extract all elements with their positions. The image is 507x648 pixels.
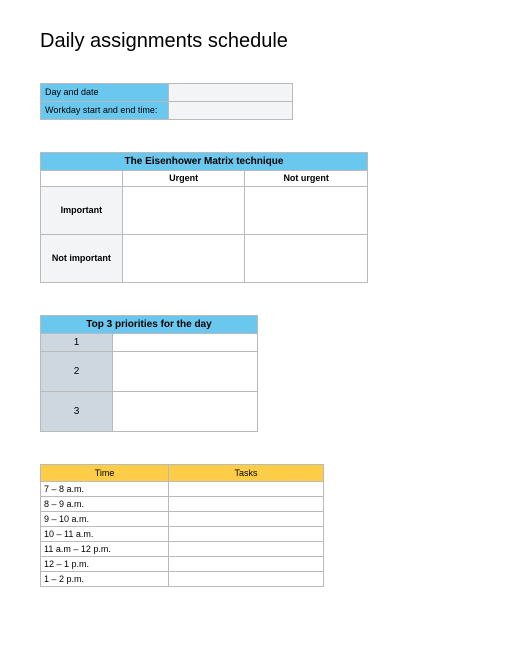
matrix-col-urgent: Urgent: [122, 170, 245, 186]
day-date-label: Day and date: [41, 84, 169, 102]
matrix-quadrant-not-important-not-urgent[interactable]: [245, 234, 368, 282]
table-row: 8 – 9 a.m.: [41, 496, 324, 511]
priority-number: 1: [41, 333, 113, 351]
table-row: 10 – 11 a.m.: [41, 526, 324, 541]
basic-info-table: Day and date Workday start and end time:: [40, 83, 293, 120]
matrix-quadrant-not-important-urgent[interactable]: [122, 234, 245, 282]
time-header: Time: [41, 464, 169, 481]
task-slot[interactable]: [169, 526, 324, 541]
matrix-row-important: Important: [41, 186, 123, 234]
priority-value[interactable]: [113, 391, 258, 431]
table-row: 1 – 2 p.m.: [41, 571, 324, 586]
time-slot: 1 – 2 p.m.: [41, 571, 169, 586]
eisenhower-matrix-table: The Eisenhower Matrix technique Urgent N…: [40, 152, 368, 283]
task-slot[interactable]: [169, 556, 324, 571]
task-slot[interactable]: [169, 571, 324, 586]
table-row: 9 – 10 a.m.: [41, 511, 324, 526]
time-slot: 12 – 1 p.m.: [41, 556, 169, 571]
priority-value[interactable]: [113, 351, 258, 391]
tasks-header: Tasks: [169, 464, 324, 481]
page-title: Daily assignments schedule: [40, 30, 467, 53]
matrix-quadrant-important-not-urgent[interactable]: [245, 186, 368, 234]
table-row: 7 – 8 a.m.: [41, 481, 324, 496]
task-slot[interactable]: [169, 541, 324, 556]
priority-value[interactable]: [113, 333, 258, 351]
time-slot: 8 – 9 a.m.: [41, 496, 169, 511]
priority-number: 3: [41, 391, 113, 431]
priority-number: 2: [41, 351, 113, 391]
matrix-col-not-urgent: Not urgent: [245, 170, 368, 186]
day-date-value[interactable]: [168, 84, 292, 102]
priorities-title: Top 3 priorities for the day: [41, 315, 258, 333]
time-slot: 11 a.m – 12 p.m.: [41, 541, 169, 556]
task-slot[interactable]: [169, 496, 324, 511]
time-slot: 7 – 8 a.m.: [41, 481, 169, 496]
matrix-quadrant-important-urgent[interactable]: [122, 186, 245, 234]
priorities-table: Top 3 priorities for the day 1 2 3: [40, 315, 258, 432]
matrix-row-not-important: Not important: [41, 234, 123, 282]
table-row: Day and date: [41, 84, 293, 102]
table-row: Workday start and end time:: [41, 101, 293, 119]
time-slot: 9 – 10 a.m.: [41, 511, 169, 526]
table-row: 2: [41, 351, 258, 391]
task-slot[interactable]: [169, 481, 324, 496]
table-row: 3: [41, 391, 258, 431]
table-row: 11 a.m – 12 p.m.: [41, 541, 324, 556]
table-row: 12 – 1 p.m.: [41, 556, 324, 571]
workday-value[interactable]: [168, 101, 292, 119]
workday-label: Workday start and end time:: [41, 101, 169, 119]
matrix-corner: [41, 170, 123, 186]
matrix-title: The Eisenhower Matrix technique: [41, 152, 368, 170]
time-slot: 10 – 11 a.m.: [41, 526, 169, 541]
table-row: 1: [41, 333, 258, 351]
schedule-table: Time Tasks 7 – 8 a.m. 8 – 9 a.m. 9 – 10 …: [40, 464, 324, 587]
task-slot[interactable]: [169, 511, 324, 526]
